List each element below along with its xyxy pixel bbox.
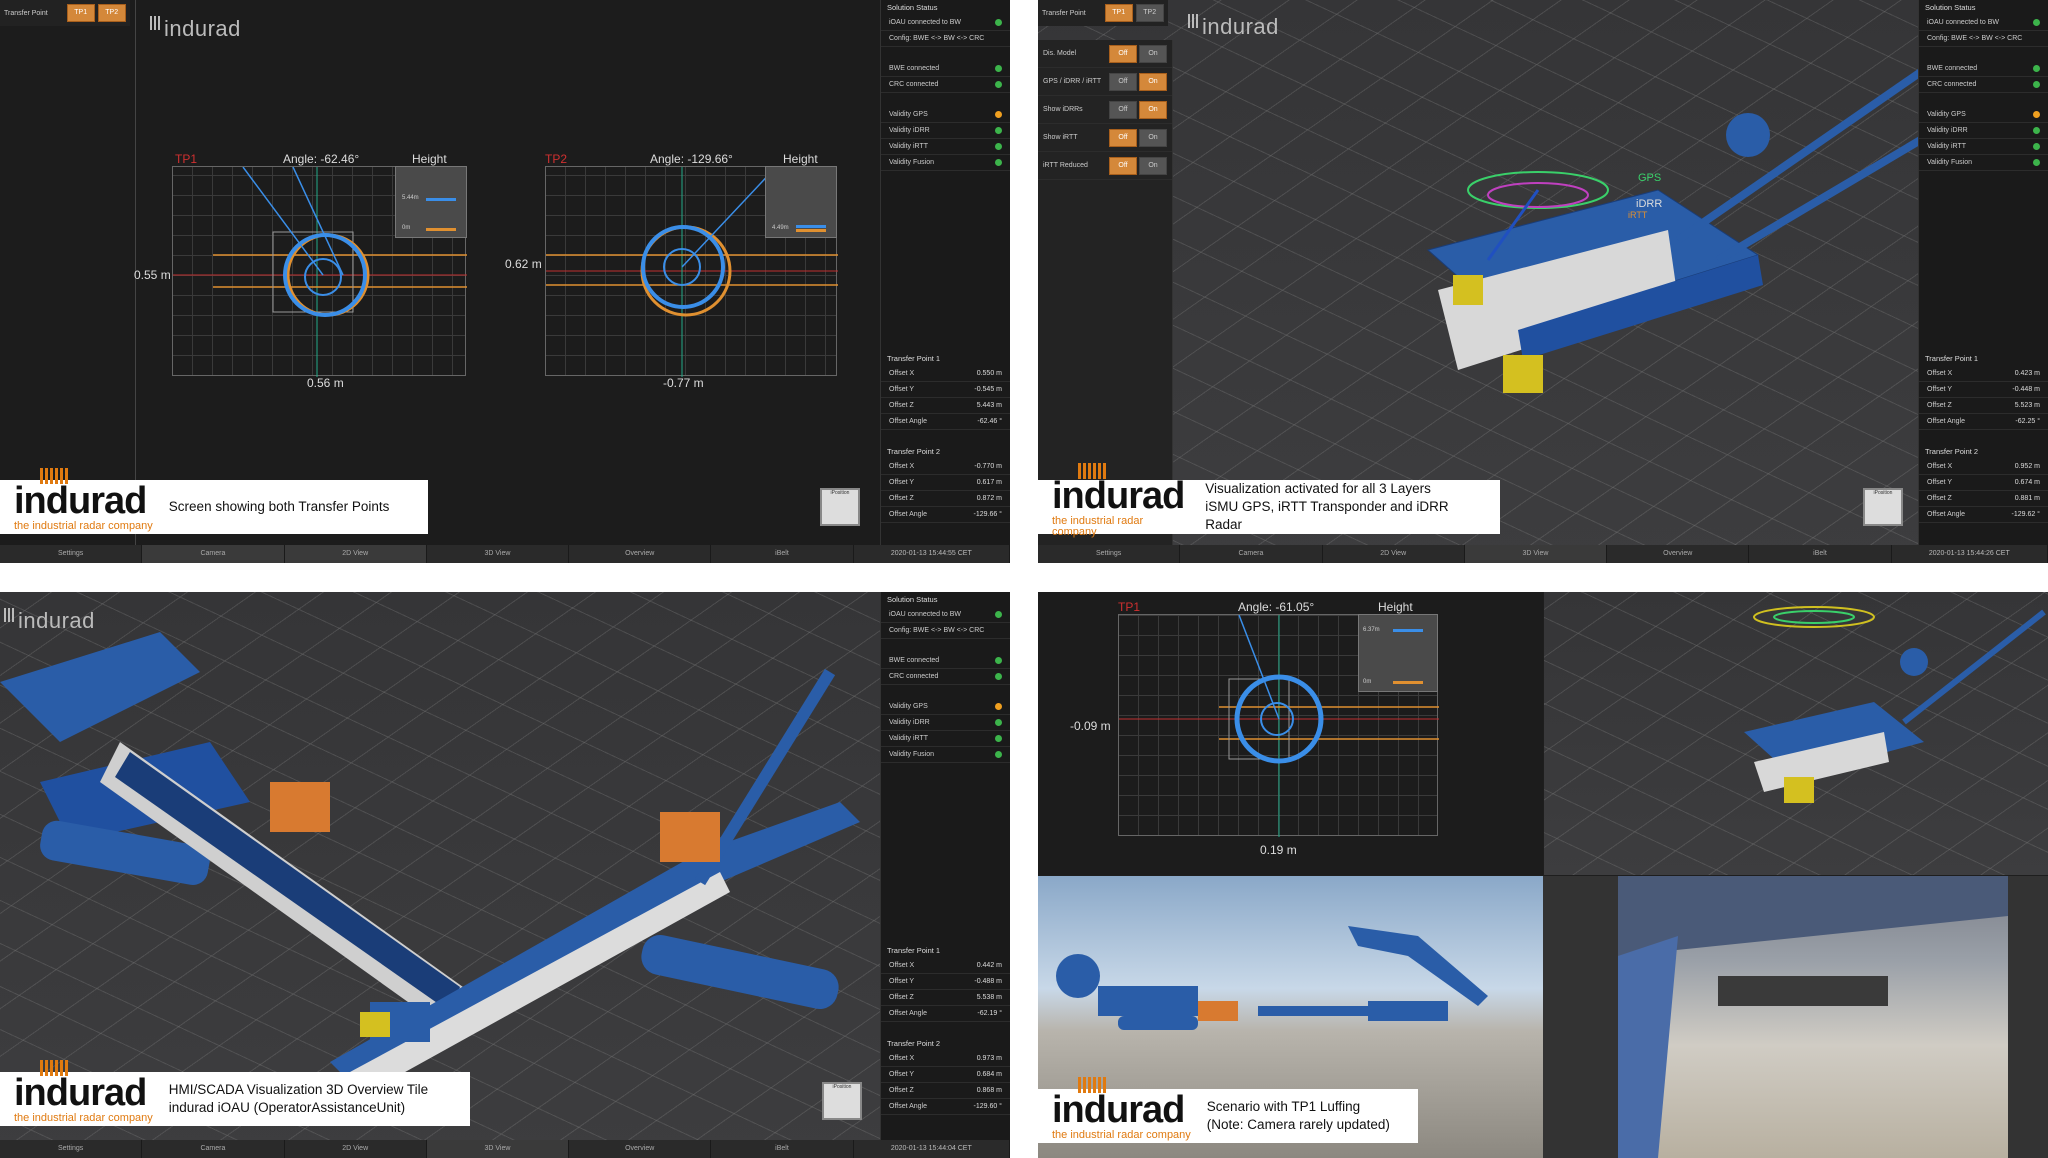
caption-text: HMI/SCADA Visualization 3D Overview Tile… [168, 1082, 429, 1115]
indurad-brand-logo: indurad the industrial radar company [1052, 1077, 1191, 1141]
indurad-logo: indurad [150, 16, 241, 42]
dis-model-off[interactable]: Off [1109, 44, 1137, 63]
machines-3d-overview [0, 632, 860, 1097]
tp1-height-box: 5.44m 0m [395, 166, 467, 238]
caption-text: Screen showing both Transfer Points [168, 499, 390, 514]
caption-box: indurad the industrial radar company Visu… [1038, 462, 1500, 537]
tab-3d-view[interactable]: 3D View [427, 545, 570, 563]
show-irtt-on[interactable]: On [1139, 128, 1167, 147]
panel-tp1-luffing: TP1 Angle: -61.05° Height 6.37m 0m -0.09… [1038, 592, 2048, 1158]
tp1-bottom-offset: 0.19 m [1260, 843, 1297, 857]
bottom-tab-bar: Settings Camera 2D View 3D View Overview… [0, 1140, 1010, 1158]
iposition-thumbnail[interactable]: iPosition [820, 488, 860, 526]
caption-box: indurad the industrial radar company Scre… [0, 468, 428, 534]
dis-model-on[interactable]: On [1139, 44, 1167, 63]
tab-2d-view[interactable]: 2D View [285, 1140, 427, 1158]
transfer-point-selector: Transfer Point TP1 TP2 [0, 0, 130, 26]
tab-camera[interactable]: Camera [1180, 545, 1323, 563]
tab-ibelt[interactable]: iBelt [1749, 545, 1892, 563]
tp1-height-box: 6.37m 0m [1358, 614, 1438, 692]
tp1-label: TP1 [175, 152, 198, 166]
tab-overview[interactable]: Overview [1607, 545, 1750, 563]
tp1-angle: Angle: -62.46° [283, 152, 360, 166]
caption-box: indurad the industrial radar company Scen… [1038, 1077, 1418, 1143]
gps-layers-on[interactable]: On [1139, 72, 1167, 91]
status-panel: Solution Status iOAU connected to BW Con… [880, 0, 1010, 545]
tp2-label: TP2 [545, 152, 568, 166]
iposition-thumbnail[interactable]: iPosition [822, 1082, 862, 1120]
timestamp: 2020-01-13 15:44:26 CET [1892, 545, 2048, 563]
transfer-point-label: Transfer Point [4, 9, 48, 17]
irtt-reduced-on[interactable]: On [1139, 156, 1167, 175]
tab-settings[interactable]: Settings [0, 1140, 143, 1158]
indurad-logo: indurad [1188, 14, 1279, 40]
tab-camera[interactable]: Camera [142, 1140, 285, 1158]
irtt-layer-label: iRTT [1628, 210, 1648, 220]
status-panel: Solution Status iOAU connected to BW Con… [880, 592, 1010, 1140]
mini-3d-view [1544, 592, 2048, 875]
indurad-brand-logo: indurad the industrial radar company [1052, 462, 1189, 538]
gps-layer-label: GPS [1638, 172, 1662, 184]
tab-settings[interactable]: Settings [0, 545, 143, 563]
tp2-angle: Angle: -129.66° [650, 152, 733, 166]
tp2-button[interactable]: TP2 [97, 4, 126, 22]
tab-3d-view[interactable]: 3D View [1464, 545, 1608, 563]
tp1-height-title: Height [412, 152, 447, 166]
tp2-height-title: Height [783, 152, 818, 166]
caption-text: Visualization activated for all 3 Layers… [1205, 481, 1449, 532]
iposition-thumbnail[interactable]: iPosition [1863, 488, 1903, 526]
transfer-point-selector: Transfer Point TP1 TP2 [1038, 0, 1168, 26]
bottom-tab-bar: Settings Camera 2D View 3D View Overview… [0, 545, 1010, 563]
tp1-left-offset: -0.09 m [1070, 719, 1111, 733]
tp1-button[interactable]: TP1 [66, 4, 95, 22]
tp2-button[interactable]: TP2 [1135, 4, 1164, 22]
timestamp: 2020-01-13 15:44:55 CET [854, 545, 1010, 563]
tp1-angle: Angle: -61.05° [1238, 600, 1315, 614]
timestamp: 2020-01-13 15:44:04 CET [854, 1140, 1010, 1158]
bottom-tab-bar: Settings Camera 2D View 3D View Overview… [1038, 545, 2048, 563]
indurad-brand-logo: indurad the industrial radar company [14, 1060, 153, 1124]
show-idrrs-on[interactable]: On [1139, 100, 1167, 119]
tp1-left-offset: 0.55 m [134, 268, 171, 282]
show-idrrs-off[interactable]: Off [1109, 100, 1137, 119]
camera-feed [1618, 876, 2008, 1158]
caption-text: Scenario with TP1 Luffing (Note: Camera r… [1206, 1099, 1390, 1132]
tab-2d-view[interactable]: 2D View [284, 545, 427, 563]
tp2-bottom-offset: -0.77 m [663, 376, 704, 390]
indurad-brand-logo: indurad the industrial radar company [14, 468, 153, 532]
gps-layers-off[interactable]: Off [1109, 72, 1137, 91]
tab-3d-view[interactable]: 3D View [426, 1140, 570, 1158]
show-irtt-off[interactable]: Off [1109, 128, 1137, 147]
tab-2d-view[interactable]: 2D View [1323, 545, 1465, 563]
indurad-logo: indurad [4, 608, 95, 634]
tp1-bottom-offset: 0.56 m [307, 376, 344, 390]
tp2-height-box: 4.49m [765, 166, 837, 238]
irtt-reduced-off[interactable]: Off [1109, 156, 1137, 175]
tab-settings[interactable]: Settings [1038, 545, 1181, 563]
panel-3d-layers: GPS iDRR iRTT Transfer Point TP1 TP2 Dis… [1038, 0, 2048, 563]
panel-3d-overview: indurad Solution Status iOAU connected t… [0, 592, 1010, 1158]
caption-box: indurad the industrial radar company HMI/… [0, 1060, 470, 1126]
idrr-layer-label: iDRR [1636, 198, 1663, 210]
tab-ibelt[interactable]: iBelt [711, 545, 854, 563]
tab-overview[interactable]: Overview [569, 545, 712, 563]
tp1-height-title: Height [1378, 600, 1413, 614]
tp1-button[interactable]: TP1 [1104, 4, 1133, 22]
panel-both-transfer-points: Transfer Point TP1 TP2 indurad TP1 Angle… [0, 0, 1010, 563]
tp2-left-offset: 0.62 m [505, 257, 542, 271]
tab-overview[interactable]: Overview [569, 1140, 712, 1158]
status-panel: Solution Status iOAU connected to BW Con… [1918, 0, 2048, 545]
tab-ibelt[interactable]: iBelt [711, 1140, 854, 1158]
tab-camera[interactable]: Camera [142, 545, 285, 563]
bucket-wheel-3d-model [1426, 56, 1991, 393]
tp1-label: TP1 [1118, 600, 1141, 614]
